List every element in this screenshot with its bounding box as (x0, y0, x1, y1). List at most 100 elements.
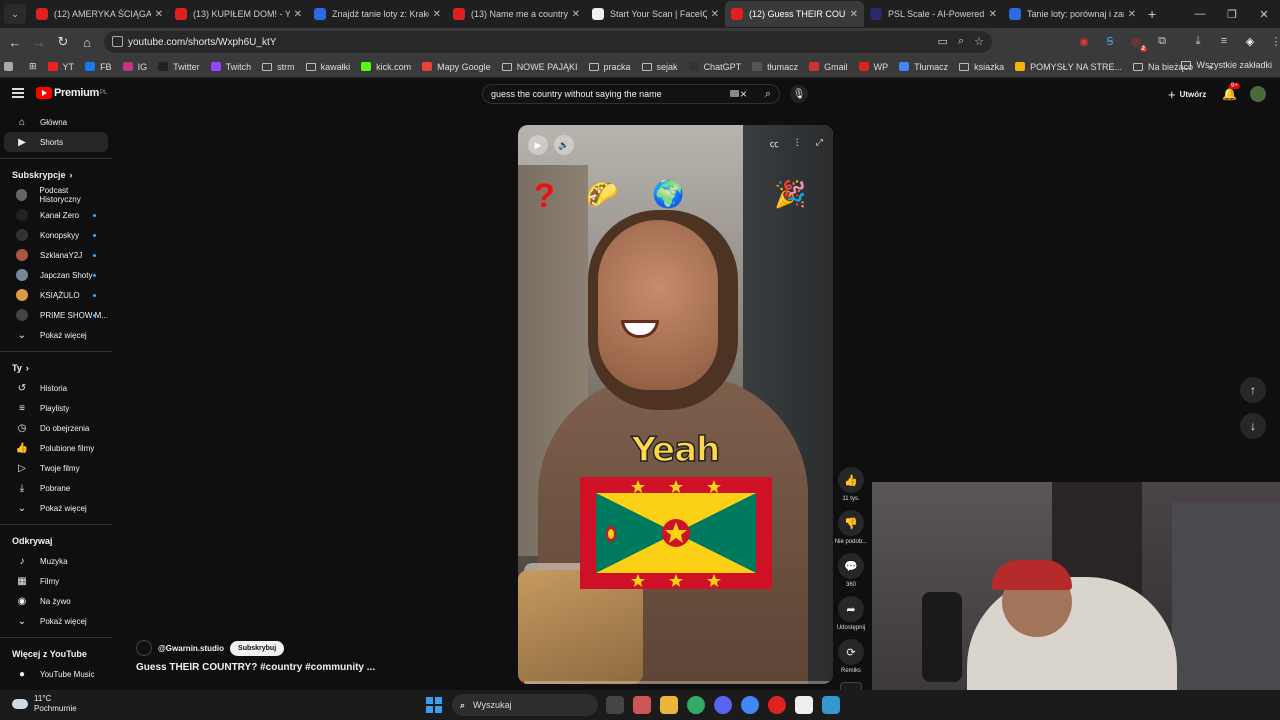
cast-icon[interactable]: ▭ (938, 35, 948, 48)
voice-search-icon[interactable]: 🎙 (790, 85, 808, 103)
captions-icon[interactable]: ㏄ (770, 137, 779, 150)
show-more-button[interactable]: ⌄ Pokaż więcej (4, 611, 108, 631)
file-explorer-icon[interactable] (660, 696, 678, 714)
bookmark-item[interactable]: strm (262, 62, 295, 72)
image-app-icon[interactable] (633, 696, 651, 714)
bookmark-item[interactable]: NOWE PAJĄKI (501, 62, 578, 72)
channel-name[interactable]: @Gwarnin.studio (158, 644, 224, 653)
zoom-icon[interactable]: ⌕ (958, 35, 964, 48)
bookmark-item[interactable]: FB (85, 62, 112, 72)
search-query[interactable]: guess the country without saying the nam… (491, 89, 662, 99)
subscription-item[interactable]: Konopskyy (4, 225, 108, 245)
shorts-player[interactable]: ? 🌮 🌍 🎉 ▶ 🔊 ㏄ ⋮ ⤢ Yeah (518, 125, 833, 684)
sidebar-item-home[interactable]: ⌂ Główna (4, 112, 108, 132)
download-icon[interactable]: ⤓ (1190, 33, 1206, 49)
bookmark-item[interactable]: YT (47, 62, 74, 72)
subscriptions-header[interactable]: Subskrypcje › (0, 165, 112, 185)
search-icon[interactable]: ⌕ (765, 88, 771, 101)
subscription-item[interactable]: SzklanaY2J (4, 245, 108, 265)
sidebar-item-shorts[interactable]: ▶ Shorts (4, 132, 108, 152)
sidebar-item-you[interactable]: 👍 Polubione filmy (4, 438, 108, 458)
browser-tab[interactable]: Znajdź tanie loty z: Krakó ✕ (308, 1, 447, 27)
browser-tab[interactable]: Start Your Scan | FaceIQ L ✕ (586, 1, 725, 27)
you-header[interactable]: Ty › (0, 358, 112, 378)
maximize-button[interactable]: ❐ (1216, 8, 1248, 21)
bookmark-item[interactable]: WP (858, 62, 888, 72)
reload-button[interactable]: ↻ (51, 34, 75, 50)
dislike-icon[interactable]: 👎 (838, 510, 864, 536)
opera-icon[interactable] (768, 696, 786, 714)
browser-tab[interactable]: (13) KUPIŁEM DOM! - You ✕ (169, 1, 308, 27)
sidebar-item-explore[interactable]: ◉ Na żywo (4, 591, 108, 611)
hamburger-menu-icon[interactable] (12, 88, 24, 98)
clear-search-icon[interactable]: × (740, 87, 747, 101)
close-window-button[interactable]: ✕ (1248, 8, 1280, 21)
minimize-button[interactable]: — (1184, 8, 1216, 20)
apps-icon[interactable] (4, 62, 18, 71)
tab-close-icon[interactable]: ✕ (989, 9, 997, 20)
bookmark-item[interactable]: Twitch (210, 62, 251, 72)
bookmark-item[interactable]: Gmail (809, 62, 848, 72)
channel-avatar[interactable] (136, 640, 152, 656)
bookmark-item[interactable]: kawałki (305, 62, 350, 72)
discord-icon[interactable] (714, 696, 732, 714)
volume-icon[interactable]: 🔊 (554, 135, 574, 155)
notifications-icon[interactable]: 🔔 9+ (1222, 83, 1240, 101)
record-extension-icon[interactable]: ◉ (1076, 33, 1092, 49)
sidebar-item-you[interactable]: ⤓ Pobrane (4, 478, 108, 498)
comments-button[interactable]: 💬 360 (834, 553, 868, 588)
bookmark-item[interactable]: sejak (641, 62, 678, 72)
browser-tab[interactable]: (12) Guess THEIR COUNTR ✕ (725, 1, 864, 27)
comments-icon[interactable]: 💬 (838, 553, 864, 579)
tab-close-icon[interactable]: ✕ (294, 9, 302, 20)
share-icon[interactable]: ➦ (838, 596, 864, 622)
show-more-button[interactable]: ⌄ Pokaż więcej (4, 325, 108, 345)
bookmark-item[interactable]: Twitter (158, 62, 200, 72)
notepad-icon[interactable] (822, 696, 840, 714)
bookmark-item[interactable]: POMYSŁY NA STRE... (1015, 62, 1122, 72)
media-icon[interactable]: ≡ (1216, 33, 1232, 49)
dislike-button[interactable]: 👎 Nie podob... (834, 510, 868, 545)
like-icon[interactable]: 👍 (838, 467, 864, 493)
account-avatar[interactable] (1250, 86, 1266, 102)
subscription-item[interactable]: Japczan Shoty (4, 265, 108, 285)
new-tab-button[interactable]: + (1148, 6, 1156, 22)
browser-tab[interactable]: (12) AMERYKA ŚCIĄGA PO ✕ (30, 1, 169, 27)
windows-start-icon[interactable] (426, 697, 442, 713)
subscription-item[interactable]: KSIĄŻULO (4, 285, 108, 305)
profile-icon[interactable]: ◈ (1242, 33, 1258, 49)
subscription-item[interactable]: PRIME SHOW M... (4, 305, 108, 325)
sidebar-item-explore[interactable]: ♪ Muzyka (4, 551, 108, 571)
bookmark-star-icon[interactable]: ☆ (974, 35, 984, 48)
weather-widget[interactable]: 11°C Pochmurnie (12, 694, 77, 714)
grid-icon[interactable]: ⊞ (29, 61, 37, 72)
recorder-app-icon[interactable] (606, 696, 624, 714)
address-bar[interactable]: youtube.com/shorts/Wxph6U_ktY ▭ ⌕ ☆ (104, 31, 992, 53)
video-progress-bar[interactable] (518, 681, 833, 684)
tab-close-icon[interactable]: ✕ (1128, 9, 1136, 20)
next-short-button[interactable]: ↓ (1240, 413, 1266, 439)
vpn-app-icon[interactable] (687, 696, 705, 714)
tab-close-icon[interactable]: ✕ (711, 9, 719, 20)
previous-short-button[interactable]: ↑ (1240, 377, 1266, 403)
like-button[interactable]: 👍 11 tys. (834, 467, 868, 502)
subscription-item[interactable]: Podcast Historyczny (4, 185, 108, 205)
bookmark-item[interactable]: ksiazka (959, 62, 1004, 72)
bookmark-item[interactable]: Mapy Google (422, 62, 491, 72)
play-icon[interactable]: ▶ (528, 135, 548, 155)
sidebar-item-you[interactable]: ▷ Twoje filmy (4, 458, 108, 478)
bookmark-item[interactable]: ChatGPT (688, 62, 741, 72)
video-title[interactable]: Guess THEIR COUNTRY? #country #community… (136, 662, 375, 673)
home-button[interactable]: ⌂ (75, 35, 99, 50)
bookmark-item[interactable]: tłumacz (752, 62, 798, 72)
search-input[interactable]: guess the country without saying the nam… (482, 84, 780, 104)
url-text[interactable]: youtube.com/shorts/Wxph6U_ktY (128, 37, 276, 48)
create-button[interactable]: + Utwórz (1168, 87, 1206, 102)
sidebar-item-you[interactable]: ≡ Playlisty (4, 398, 108, 418)
taskbar-search[interactable]: ⌕ Wyszukaj (452, 694, 598, 716)
keyboard-icon[interactable] (730, 90, 739, 97)
browser-tab[interactable]: (13) Name me a country t ✕ (447, 1, 586, 27)
translate-extension-icon[interactable]: Ꞩ (1102, 33, 1118, 49)
browser-tab[interactable]: Tanie loty: porównaj i zar ✕ (1003, 1, 1142, 27)
bookmark-item[interactable]: kick.com (361, 62, 411, 72)
